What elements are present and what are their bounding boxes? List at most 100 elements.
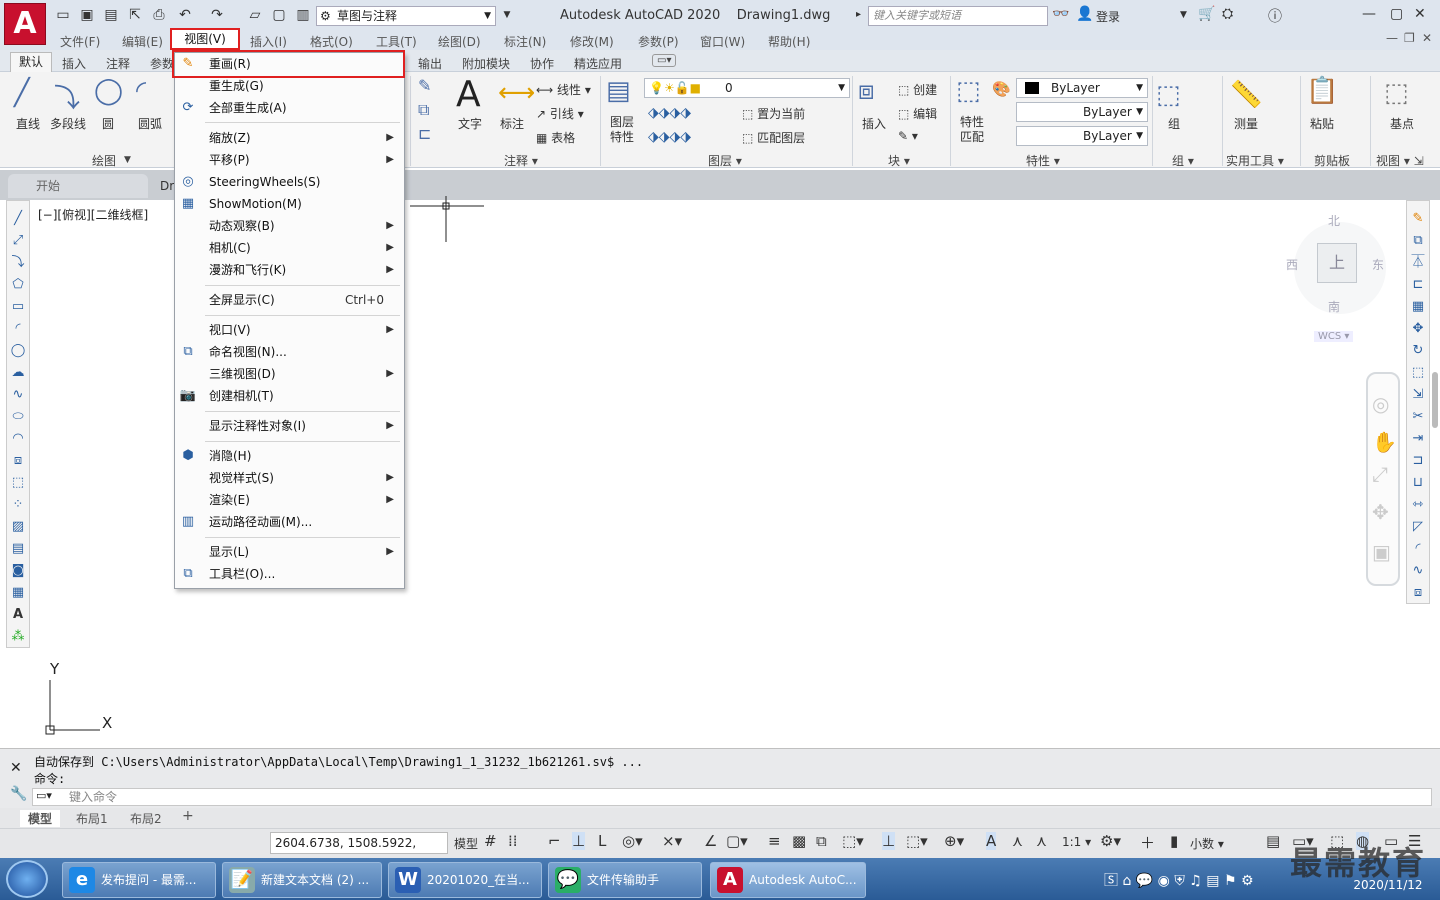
revcloud-icon[interactable]: ☁ bbox=[9, 364, 27, 382]
taskbar-item-wechat[interactable]: 💬 文件传输助手 bbox=[548, 862, 702, 898]
auto-scale-icon[interactable]: ⋏ bbox=[1012, 832, 1023, 850]
base-view-icon[interactable]: ⬚ bbox=[1384, 78, 1409, 108]
menu-item-viewports[interactable]: 视口(V) ▶ bbox=[175, 319, 404, 341]
menu-file[interactable]: 文件(F) bbox=[60, 33, 100, 50]
menu-item-create-camera[interactable]: 📷 创建相机(T) bbox=[175, 385, 404, 407]
tab-featured-apps[interactable]: 精选应用 bbox=[574, 55, 622, 72]
taskbar-item-word[interactable]: W 20201020_在当... bbox=[388, 862, 542, 898]
add-layout-icon[interactable]: + bbox=[182, 808, 194, 824]
draw-panel-expand-icon[interactable]: ▼ bbox=[124, 155, 131, 165]
tab-addins[interactable]: 附加模块 bbox=[462, 55, 510, 72]
tab-insert[interactable]: 插入 bbox=[62, 55, 86, 72]
polygon-icon[interactable]: ⬠ bbox=[9, 276, 27, 294]
tab-drawing[interactable]: Dr bbox=[160, 179, 174, 193]
chamfer-icon[interactable]: ◸ bbox=[1409, 518, 1427, 536]
layer-tools-icons[interactable]: ⬗⬗⬗⬗ bbox=[648, 105, 691, 121]
menu-item-fullscreen[interactable]: 全屏显示(C) Ctrl+0 bbox=[175, 289, 404, 311]
annotation-panel-title[interactable]: 注释 ▾ bbox=[504, 152, 538, 169]
mtext-icon[interactable]: A bbox=[9, 606, 27, 624]
base-view-label[interactable]: 基点 bbox=[1390, 115, 1414, 132]
login-link[interactable]: 登录 bbox=[1096, 8, 1120, 25]
extend-icon[interactable]: ⇥ bbox=[1409, 430, 1427, 448]
viewcube-north[interactable]: 北 bbox=[1328, 212, 1340, 229]
menu-item-steeringwheels[interactable]: ◎ SteeringWheels(S) bbox=[175, 171, 404, 193]
create-block-button[interactable]: ⬚ 创建 bbox=[898, 81, 937, 98]
binoculars-icon[interactable]: 👓 bbox=[1052, 6, 1069, 22]
insert-block-label[interactable]: 插入 bbox=[862, 115, 886, 132]
grid-icon[interactable]: # bbox=[484, 832, 497, 850]
insert-block-icon[interactable]: ⧈ bbox=[9, 452, 27, 470]
tab-model[interactable]: 模型 bbox=[20, 810, 61, 827]
menu-item-orbit[interactable]: 动态观察(B) ▶ bbox=[175, 215, 404, 237]
login-dropdown-icon[interactable]: ▼ bbox=[1180, 10, 1187, 20]
tab-start[interactable]: 开始 bbox=[8, 174, 148, 198]
block-panel-title[interactable]: 块 ▾ bbox=[888, 152, 910, 169]
menu-item-annotative-objects[interactable]: 显示注释性对象(I) ▶ bbox=[175, 415, 404, 437]
help-icon[interactable]: ⓘ bbox=[1268, 6, 1282, 26]
layer-dropdown[interactable]: 💡☀🔓■ 0 ▼ bbox=[644, 78, 850, 98]
offset-icon[interactable]: ⊏ bbox=[418, 124, 431, 143]
region-icon[interactable]: ◙ bbox=[9, 562, 27, 580]
leader-button[interactable]: ↗ 引线 ▾ bbox=[536, 105, 584, 122]
minimize-icon[interactable]: — bbox=[1362, 6, 1376, 22]
polyline-tool-icon[interactable]: ⤵ bbox=[54, 78, 80, 115]
match-properties-icon[interactable]: ⬚ bbox=[956, 76, 981, 106]
model-space-button[interactable]: 模型 bbox=[454, 835, 478, 852]
infer-constraints-icon[interactable]: ⌐ bbox=[548, 832, 561, 850]
circle-icon[interactable]: ◯ bbox=[9, 342, 27, 360]
annotation-scale-icon[interactable]: ⋏ bbox=[1036, 832, 1047, 850]
doc-minimize-icon[interactable]: — bbox=[1386, 31, 1398, 45]
point-icon[interactable]: ⁘ bbox=[9, 496, 27, 514]
menu-insert[interactable]: 插入(I) bbox=[250, 33, 287, 50]
expand-arrow-icon[interactable]: ▸ bbox=[856, 9, 861, 20]
break-point-icon[interactable]: ⊐ bbox=[1409, 452, 1427, 470]
selection-filter-icon[interactable]: ⬚▾ bbox=[906, 832, 928, 850]
arc-tool-label[interactable]: 圆弧 bbox=[138, 115, 162, 132]
layer-properties-label[interactable]: 图层 特性 bbox=[610, 115, 634, 145]
workspace-switch-icon[interactable]: ⚙▾ bbox=[1100, 832, 1121, 850]
maximize-icon[interactable]: ▢ bbox=[1390, 6, 1403, 22]
dynamic-input-icon[interactable]: ⊥ bbox=[572, 832, 586, 850]
erase-icon[interactable]: ✎ bbox=[1409, 210, 1427, 228]
print-icon[interactable]: ⎙ bbox=[150, 6, 168, 24]
group-icon[interactable]: ⬚ bbox=[1156, 80, 1181, 110]
line-tool-icon[interactable]: ╱ bbox=[14, 78, 30, 108]
menu-tools[interactable]: 工具(T) bbox=[376, 33, 417, 50]
paste-label[interactable]: 粘贴 bbox=[1310, 115, 1334, 132]
join-icon[interactable]: ⇿ bbox=[1409, 496, 1427, 514]
zoom-icon[interactable]: ⤢ bbox=[1372, 462, 1388, 486]
taskbar-item-ie[interactable]: e 发布提问 - 最需... bbox=[62, 862, 216, 898]
menu-item-regen[interactable]: 重生成(G) bbox=[175, 75, 404, 97]
lineweight-dropdown[interactable]: ByLayer ▼ bbox=[1016, 126, 1148, 146]
tab-annotate[interactable]: 注释 bbox=[106, 55, 130, 72]
circle-tool-label[interactable]: 圆 bbox=[102, 115, 114, 132]
doc-restore-icon[interactable]: ❐ bbox=[1404, 31, 1415, 45]
application-menu-button[interactable]: A bbox=[4, 3, 46, 45]
stretch-icon[interactable]: ⇲ bbox=[1409, 386, 1427, 404]
copy-icon[interactable]: ⧉ bbox=[418, 100, 429, 120]
explode-icon[interactable]: ⧈ bbox=[1409, 584, 1427, 602]
rectangle-icon[interactable]: ▭ bbox=[9, 298, 27, 316]
add-selected-icon[interactable]: ⁂ bbox=[9, 628, 27, 646]
make-block-icon[interactable]: ⬚ bbox=[9, 474, 27, 492]
menu-item-render[interactable]: 渲染(E) ▶ bbox=[175, 489, 404, 511]
arc-icon[interactable]: ◜ bbox=[9, 320, 27, 338]
measure-icon[interactable]: 📏 bbox=[1230, 80, 1262, 110]
snap-icon[interactable]: ⁞⁞ bbox=[508, 832, 518, 850]
modify-icon[interactable]: ✎ bbox=[418, 76, 431, 95]
set-current-button[interactable]: ⬚ 置为当前 bbox=[742, 105, 805, 122]
taskbar-item-notepad[interactable]: 📝 新建文本文档 (2) ... bbox=[222, 862, 382, 898]
array-icon[interactable]: ▦ bbox=[1409, 298, 1427, 316]
undo-icon[interactable]: ↶ bbox=[176, 6, 194, 24]
line-tool-label[interactable]: 直线 bbox=[16, 115, 40, 132]
annotation-scale-dropdown[interactable]: 1:1 ▾ bbox=[1062, 835, 1091, 849]
dynamic-ucs-icon[interactable]: ⊥ bbox=[882, 832, 896, 850]
menu-item-regen-all[interactable]: ⟳ 全部重生成(A) bbox=[175, 97, 404, 119]
table-icon[interactable]: ▦ bbox=[9, 584, 27, 602]
dimension-tool-icon[interactable]: ⟷ bbox=[498, 78, 535, 108]
viewcube-east[interactable]: 东 bbox=[1372, 256, 1384, 273]
lineweight-icon[interactable]: ≡ bbox=[768, 832, 781, 850]
start-button[interactable] bbox=[6, 860, 48, 898]
menu-item-visual-styles[interactable]: 视觉样式(S) ▶ bbox=[175, 467, 404, 489]
tab-output[interactable]: 输出 bbox=[418, 55, 442, 72]
